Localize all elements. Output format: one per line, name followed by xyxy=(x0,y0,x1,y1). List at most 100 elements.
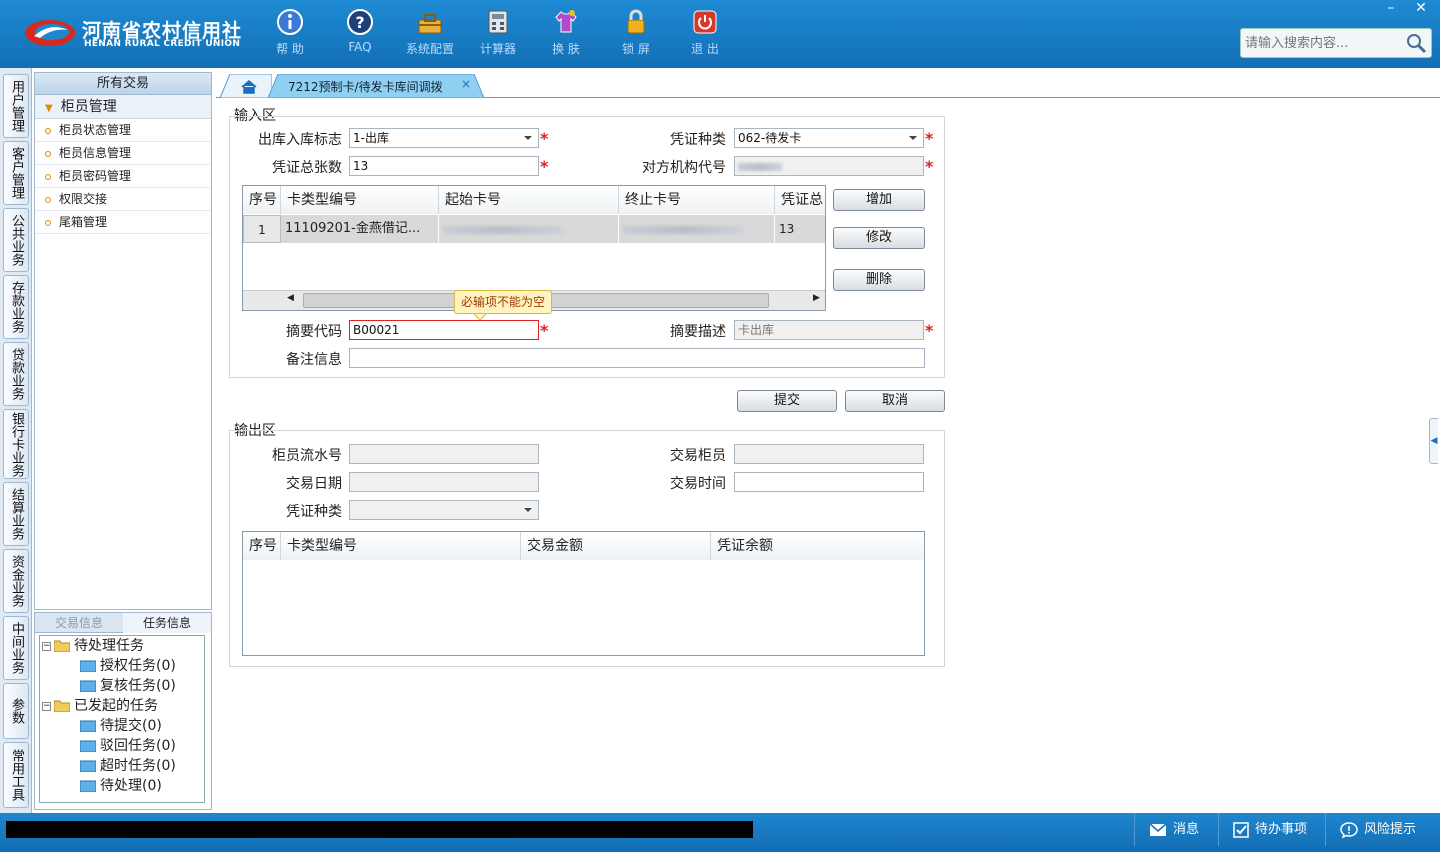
remark-label: 备注信息 xyxy=(286,352,342,368)
messages-button[interactable]: 消息 xyxy=(1134,813,1212,846)
select-value: 1-出库 xyxy=(353,131,389,145)
scroll-left-icon[interactable]: ◀ xyxy=(287,293,294,303)
tree-node-to-process[interactable]: 待处理(0) xyxy=(80,776,162,796)
risk-alert-button[interactable]: 风险提示 xyxy=(1325,813,1440,846)
teller-serial-label: 柜员流水号 xyxy=(272,448,342,464)
svg-text:?: ? xyxy=(355,13,364,32)
required-mark: * xyxy=(925,129,934,148)
sidebar-group-teller-management[interactable]: ▼ 柜员管理 xyxy=(35,95,211,119)
vtab-user-management[interactable]: 用户管理 xyxy=(3,74,29,138)
sidebar-header[interactable]: 所有交易 xyxy=(35,73,211,95)
vtab-loan-business[interactable]: 贷款业务 xyxy=(3,342,29,406)
lock-screen-button[interactable]: 锁 屏 xyxy=(601,8,671,57)
shirt-icon xyxy=(555,10,577,33)
sidebar-item-permission-handover[interactable]: 权限交接 xyxy=(35,188,211,211)
logo-mark-icon xyxy=(25,20,75,46)
add-button[interactable]: 增加 xyxy=(833,189,925,211)
todo-button[interactable]: 待办事项 xyxy=(1218,813,1322,846)
vtab-fund-business[interactable]: 资金业务 xyxy=(3,549,29,613)
voucher-type-select[interactable]: 062-待发卡 xyxy=(734,128,924,148)
folder-icon xyxy=(80,680,96,692)
redacted-value xyxy=(623,225,743,234)
skin-button[interactable]: 换 肤 xyxy=(531,8,601,57)
trade-time-input[interactable] xyxy=(734,472,924,492)
main-content: 输入区 出库入库标志 1-出库 * 凭证种类 062-待发卡 * 凭证总张数 1… xyxy=(216,98,1426,812)
tree-node-auth-tasks[interactable]: 授权任务(0) xyxy=(80,656,176,676)
lock-icon xyxy=(627,9,645,34)
collapse-panel-handle[interactable]: ◀ xyxy=(1429,418,1438,464)
output-voucher-type-select[interactable] xyxy=(349,500,539,520)
close-window-button[interactable]: ✕ xyxy=(1406,0,1436,18)
sidebar-item-teller-status[interactable]: 柜员状态管理 xyxy=(35,119,211,142)
collapse-icon[interactable]: − xyxy=(42,641,51,651)
vtab-parameters[interactable]: 参数 xyxy=(3,683,29,739)
search-icon[interactable] xyxy=(1405,32,1427,54)
vtab-common-tools[interactable]: 常用工具 xyxy=(3,742,29,808)
sidebar-item-teller-info[interactable]: 柜员信息管理 xyxy=(35,142,211,165)
chevron-down-icon xyxy=(909,136,917,140)
collapse-icon[interactable]: − xyxy=(42,701,51,711)
voucher-count-input[interactable]: 13 xyxy=(349,156,539,176)
required-mark: * xyxy=(925,157,934,176)
toolbox-icon xyxy=(418,14,442,34)
system-config-button[interactable]: 系统配置 xyxy=(395,8,465,57)
redacted-value xyxy=(738,162,782,171)
summary-code-input[interactable]: B00021 xyxy=(349,320,539,340)
power-icon xyxy=(693,10,717,34)
vtab-bank-card-business[interactable]: 银行卡业务 xyxy=(3,409,29,479)
expand-triangle-icon: ▼ xyxy=(45,103,53,114)
scroll-right-icon[interactable]: ▶ xyxy=(813,293,820,303)
tree-node-timeout[interactable]: 超时任务(0) xyxy=(80,756,176,776)
trade-teller-input[interactable] xyxy=(734,444,924,464)
tab-home[interactable] xyxy=(220,74,272,98)
row-number: 1 xyxy=(243,215,281,243)
tree-node-initiated-tasks[interactable]: − 已发起的任务 xyxy=(42,696,158,716)
remark-input[interactable] xyxy=(349,348,925,368)
search-input[interactable] xyxy=(1241,29,1401,57)
counterpart-org-input[interactable] xyxy=(734,156,924,176)
submit-button[interactable]: 提交 xyxy=(737,390,837,412)
cancel-button[interactable]: 取消 xyxy=(845,390,945,412)
tab-close-icon[interactable]: × xyxy=(461,77,471,91)
minimize-button[interactable]: – xyxy=(1376,0,1406,18)
vtab-deposit-business[interactable]: 存款业务 xyxy=(3,275,29,339)
teller-serial-input[interactable] xyxy=(349,444,539,464)
folder-icon xyxy=(80,780,96,792)
help-button[interactable]: 帮 助 xyxy=(255,8,325,57)
status-message-area xyxy=(6,821,753,838)
exit-button[interactable]: 退 出 xyxy=(670,8,740,57)
modify-button[interactable]: 修改 xyxy=(833,227,925,249)
tree-node-label: 超时任务(0) xyxy=(100,758,176,774)
tree-node-rejected[interactable]: 驳回任务(0) xyxy=(80,736,176,756)
info-icon xyxy=(277,9,303,35)
tree-node-pending-tasks[interactable]: − 待处理任务 xyxy=(42,636,144,656)
in-out-flag-select[interactable]: 1-出库 xyxy=(349,128,539,148)
top-bar: 河南省农村信用社 HENAN RURAL CREDIT UNION 帮 助 ? … xyxy=(0,0,1440,68)
faq-button[interactable]: ? FAQ xyxy=(325,8,395,54)
vtab-intermediary-business[interactable]: 中间业务 xyxy=(3,616,29,680)
tree-node-to-submit[interactable]: 待提交(0) xyxy=(80,716,162,736)
tab-7212-transfer[interactable]: 7212预制卡/待发卡库间调拨 × xyxy=(268,74,484,98)
sidebar-item-teller-password[interactable]: 柜员密码管理 xyxy=(35,165,211,188)
tree-node-review-tasks[interactable]: 复核任务(0) xyxy=(80,676,176,696)
chevron-down-icon xyxy=(524,508,532,512)
trade-teller-label: 交易柜员 xyxy=(670,448,726,464)
sidebar-item-tail-box[interactable]: 尾箱管理 xyxy=(35,211,211,234)
sidebar-item-label: 权限交接 xyxy=(59,192,108,206)
redacted-value xyxy=(443,225,563,234)
calculator-icon xyxy=(488,10,508,34)
vtab-settlement-business[interactable]: 结算业务 xyxy=(3,482,29,546)
calculator-button[interactable]: 计算器 xyxy=(463,8,533,57)
tab-task-info[interactable]: 任务信息 xyxy=(123,613,211,633)
work-tab-bar: 7212预制卡/待发卡库间调拨 × xyxy=(216,72,1440,98)
tab-transaction-info[interactable]: 交易信息 xyxy=(35,613,123,633)
summary-desc-input[interactable]: 卡出库 xyxy=(734,320,924,340)
vtab-customer-management[interactable]: 客户管理 xyxy=(3,141,29,205)
vtab-public-business[interactable]: 公共业务 xyxy=(3,208,29,272)
speech-bubble-icon xyxy=(1340,821,1358,838)
tree-node-label: 待处理任务 xyxy=(74,638,144,654)
trade-date-input[interactable] xyxy=(349,472,539,492)
delete-button[interactable]: 删除 xyxy=(833,269,925,291)
status-bar: 消息 待办事项 风险提示 xyxy=(0,813,1440,852)
grid-header-trade-amount: 交易金额 xyxy=(521,532,711,560)
